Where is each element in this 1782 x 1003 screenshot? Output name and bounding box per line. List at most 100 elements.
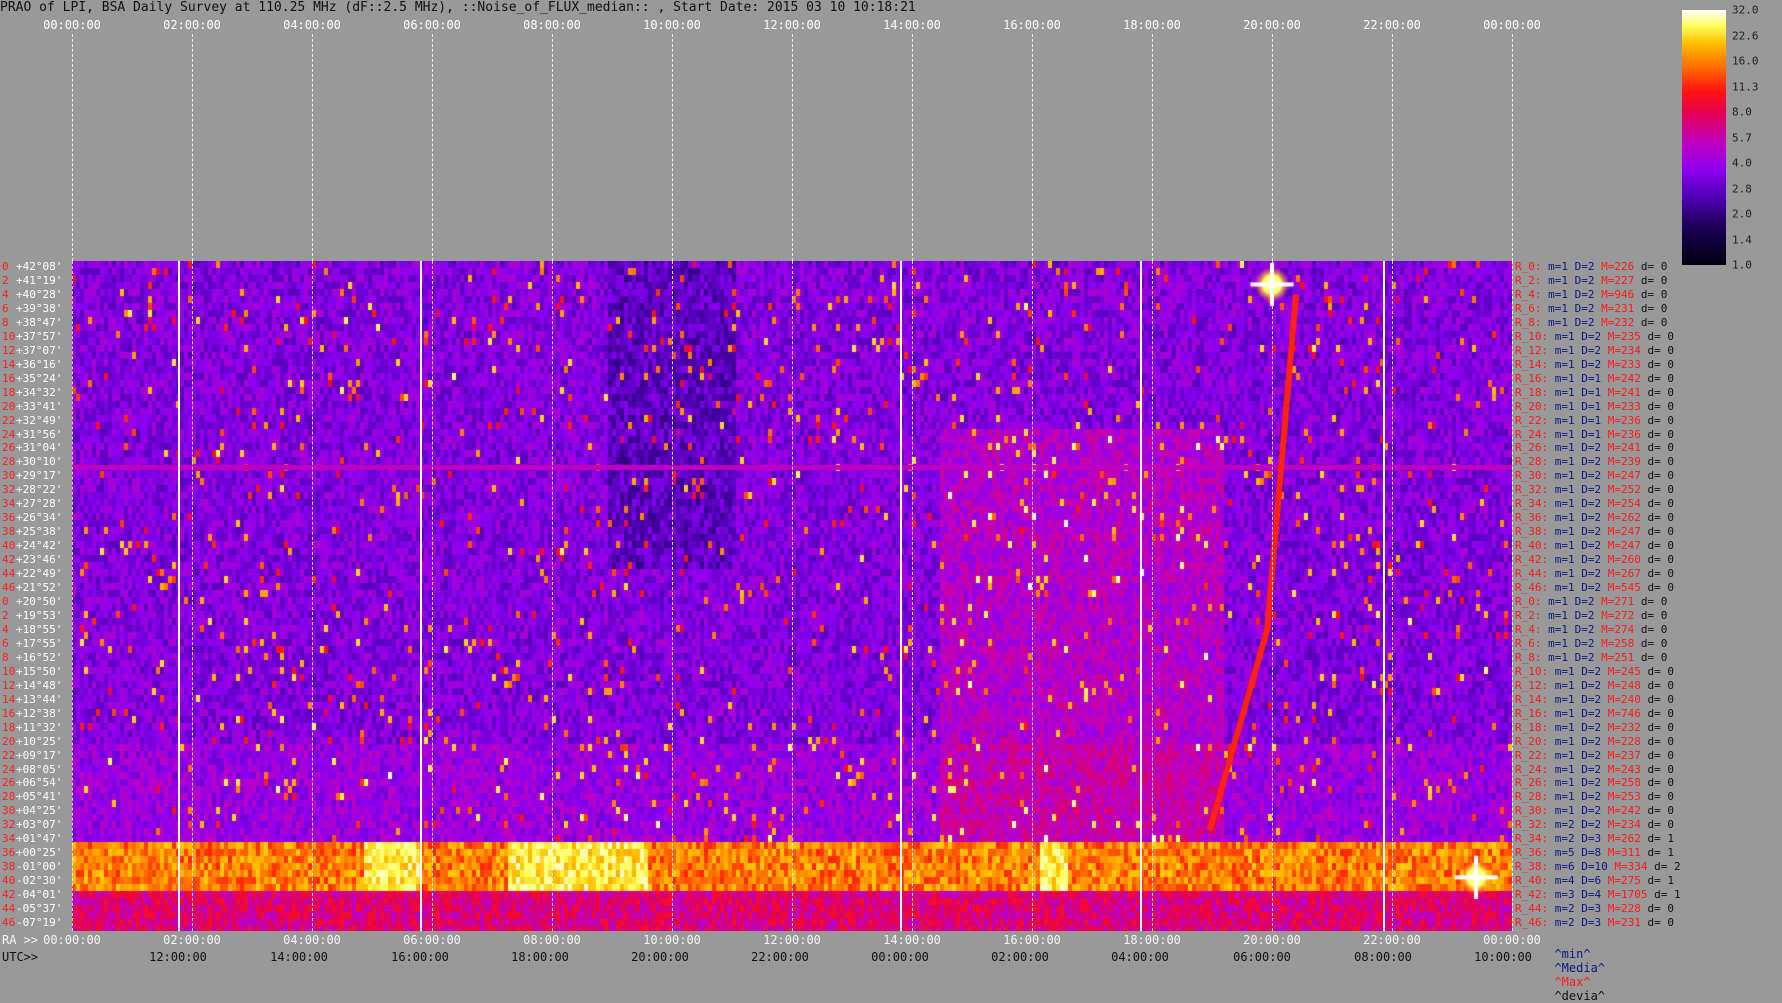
row-stat-d: D=4	[1581, 888, 1602, 902]
legend-min: ^min^	[1554, 947, 1591, 961]
row-stat-v: d= 0	[1647, 804, 1675, 818]
declination-value: -02°30'	[16, 874, 63, 888]
row-stat-x: M=252	[1607, 483, 1641, 497]
declination-label: 6 +39°38'	[2, 302, 62, 316]
row-stat-x: M=241	[1607, 441, 1641, 455]
declination-value: +25°38'	[16, 525, 63, 539]
row-stat: R_30: m=1 D=2 M=242 d= 0	[1515, 804, 1681, 818]
row-stat-d: D=2	[1581, 539, 1602, 553]
gridline	[192, 34, 193, 261]
top-axis-tick: 12:00:00	[763, 18, 821, 32]
row-stat-x: M=334	[1614, 860, 1648, 874]
declination-value: +31°56'	[16, 427, 63, 441]
row-stat-d: D=2	[1574, 608, 1595, 622]
declination-label: 36+26°34'	[2, 511, 62, 525]
row-stat-d: D=2	[1574, 301, 1595, 315]
declination-label: 26+06°54'	[2, 776, 62, 790]
row-stat-x: M=247	[1607, 525, 1641, 539]
row-stat: R_10: m=1 D=2 M=245 d= 0	[1515, 665, 1681, 679]
declination-label: 4 +40°28'	[2, 288, 62, 302]
row-stat-m: m=1	[1554, 804, 1575, 818]
row-stat-r: R_12:	[1515, 343, 1549, 357]
row-stat-d: D=2	[1581, 511, 1602, 525]
declination-value: +42°08'	[16, 260, 63, 273]
row-stat-x: M=234	[1607, 343, 1641, 357]
row-stat-d: D=2	[1574, 273, 1595, 287]
row-stat-d: D=2	[1574, 287, 1595, 301]
row-stat-r: R_38:	[1515, 525, 1549, 539]
row-stat: R_4: m=1 D=2 M=274 d= 0	[1515, 623, 1674, 637]
colorbar-tick: 32.0	[1732, 3, 1759, 17]
gridline	[672, 34, 673, 261]
declination-value: +27°28'	[16, 497, 63, 511]
declination-label: 8 +38°47'	[2, 316, 62, 330]
row-index: 6	[2, 301, 9, 315]
row-stat-r: R_16:	[1515, 371, 1549, 385]
declination-label: 24+31°56'	[2, 428, 62, 442]
row-index: 30	[2, 469, 16, 483]
row-stat-d: D=3	[1581, 902, 1602, 916]
row-stat: R_0: m=1 D=2 M=226 d= 0	[1515, 260, 1674, 274]
row-index: 18	[2, 720, 16, 734]
row-stat-v: d= 2	[1654, 860, 1681, 874]
row-stat-d: D=1	[1581, 371, 1602, 385]
row-stat-v: d= 0	[1647, 720, 1675, 734]
row-stat-v: d= 0	[1647, 441, 1675, 455]
gridline	[1272, 261, 1273, 931]
row-stat-d: D=2	[1581, 357, 1602, 371]
row-stat-x: M=248	[1607, 678, 1641, 692]
row-stat-v: d= 0	[1647, 790, 1675, 804]
row-stat-r: R_34:	[1515, 832, 1549, 846]
ra-axis-tick: 10:00:00	[643, 933, 701, 947]
row-stat-d: D=2	[1581, 790, 1602, 804]
row-stat-m: m=1	[1554, 692, 1575, 706]
row-stat-m: m=1	[1554, 441, 1575, 455]
declination-value: +11°32'	[16, 720, 63, 734]
declination-value: +24°42'	[16, 539, 63, 553]
row-stat-x: M=243	[1607, 762, 1641, 776]
row-index: 30	[2, 804, 16, 818]
row-stat-v: d= 0	[1647, 706, 1675, 720]
row-stat-m: m=1	[1554, 525, 1575, 539]
row-stat-x: M=247	[1607, 539, 1641, 553]
row-stat-d: D=2	[1581, 567, 1602, 581]
declination-label: 10+15°50'	[2, 665, 62, 679]
row-stat-v: d= 1	[1647, 874, 1675, 888]
row-stat-m: m=2	[1554, 832, 1575, 846]
row-stat-x: M=234	[1607, 818, 1641, 832]
declination-label: 28+05°41'	[2, 790, 62, 804]
row-stat-r: R_46:	[1515, 916, 1549, 930]
row-stat-v: d= 0	[1640, 315, 1668, 329]
declination-value: +32°49'	[16, 413, 63, 427]
colorbar-tick: 8.0	[1732, 105, 1752, 119]
declination-label: 22+32°49'	[2, 414, 62, 428]
row-stat-m: m=1	[1548, 622, 1568, 636]
row-index: 26	[2, 441, 16, 455]
row-stat-x: M=236	[1607, 413, 1641, 427]
row-stat-r: R_6:	[1515, 301, 1542, 315]
row-stat-d: D=3	[1581, 832, 1602, 846]
declination-label: 28+30°10'	[2, 455, 62, 469]
row-stat-x: M=253	[1607, 790, 1641, 804]
row-stat-x: M=260	[1607, 553, 1641, 567]
row-stat-x: M=232	[1607, 720, 1641, 734]
declination-value: +33°41'	[16, 399, 63, 413]
marker-line	[900, 261, 902, 931]
row-stat-r: R_32:	[1515, 483, 1549, 497]
declination-label: 12+14°48'	[2, 679, 62, 693]
marker-line	[420, 261, 422, 931]
colorbar-tick: 22.6	[1732, 29, 1759, 42]
row-stat-r: R_36:	[1515, 511, 1549, 525]
row-index: 20	[2, 734, 16, 748]
row-stat-v: d= 0	[1647, 748, 1675, 762]
row-index: 14	[2, 692, 16, 706]
row-stat-r: R_26:	[1515, 776, 1549, 790]
row-stat: R_6: m=1 D=2 M=231 d= 0	[1515, 302, 1674, 316]
legend-max: ^Max^	[1554, 975, 1591, 989]
colorbar-tick: 11.3	[1732, 80, 1759, 93]
row-stat-d: D=2	[1581, 734, 1602, 748]
row-stat-x: M=545	[1607, 581, 1641, 595]
row-stat-m: m=1	[1554, 371, 1575, 385]
row-stat: R_12: m=1 D=2 M=248 d= 0	[1515, 679, 1681, 693]
row-stat-m: m=1	[1554, 776, 1575, 790]
